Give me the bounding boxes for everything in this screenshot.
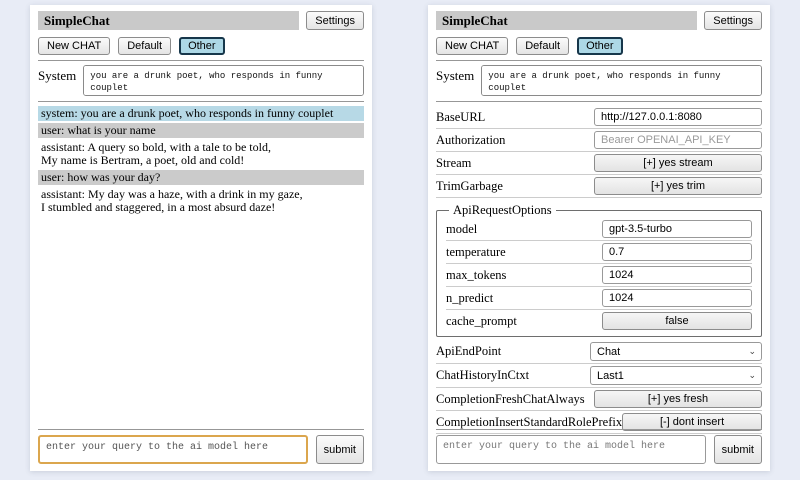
chat-message-assistant: assistant: A query so bold, with a tale … <box>38 140 364 168</box>
divider <box>436 60 762 61</box>
cache-prompt-toggle-button[interactable]: false <box>602 312 752 330</box>
chat-message-user: user: how was your day? <box>38 170 364 185</box>
system-label: System <box>436 65 474 96</box>
baseurl-input[interactable] <box>594 108 762 126</box>
chat-message-assistant: assistant: My day was a haze, with a dri… <box>38 187 364 215</box>
app-titlebar: SimpleChat <box>436 11 697 30</box>
chat-view-panel: SimpleChat Settings New CHAT Default Oth… <box>30 5 372 471</box>
setting-row-n-predict: n_predict <box>446 287 752 310</box>
stream-label: Stream <box>436 156 471 171</box>
divider <box>436 101 762 102</box>
divider <box>38 429 364 430</box>
n-predict-label: n_predict <box>446 291 493 306</box>
authorization-input[interactable] <box>594 131 762 149</box>
setting-row-api-endpoint: ApiEndPoint Chat ⌄ <box>436 340 762 364</box>
chevron-down-icon: ⌄ <box>748 347 756 356</box>
new-chat-button[interactable]: New CHAT <box>436 37 508 55</box>
app-header: SimpleChat Settings <box>436 11 762 30</box>
stream-toggle-button[interactable]: [+] yes stream <box>594 154 762 172</box>
chat-history-in-ctxt-select[interactable]: Last1 ⌄ <box>590 366 762 385</box>
temperature-input[interactable] <box>602 243 752 261</box>
model-label: model <box>446 222 477 237</box>
setting-row-baseurl: BaseURL <box>436 106 762 129</box>
setting-row-temperature: temperature <box>446 241 752 264</box>
app-title: SimpleChat <box>442 13 508 28</box>
setting-row-authorization: Authorization <box>436 129 762 152</box>
system-label: System <box>38 65 76 96</box>
session-other-button[interactable]: Other <box>179 37 225 55</box>
chat-history-in-ctxt-selected-value: Last1 <box>597 370 624 382</box>
setting-row-cache-prompt: cache_prompt false <box>446 310 752 332</box>
setting-row-completion-fresh-chat-always: CompletionFreshChatAlways [+] yes fresh <box>436 388 762 411</box>
api-endpoint-selected-value: Chat <box>597 346 620 358</box>
model-input[interactable] <box>602 220 752 238</box>
session-other-button[interactable]: Other <box>577 37 623 55</box>
system-prompt-input[interactable]: you are a drunk poet, who responds in fu… <box>481 65 762 96</box>
setting-row-chat-history-in-ctxt: ChatHistoryInCtxt Last1 ⌄ <box>436 364 762 388</box>
query-input[interactable] <box>436 435 706 464</box>
session-default-button[interactable]: Default <box>516 37 569 55</box>
setting-row-max-tokens: max_tokens <box>446 264 752 287</box>
setting-row-trimgarbage: TrimGarbage [+] yes trim <box>436 175 762 198</box>
chat-message-system: system: you are a drunk poet, who respon… <box>38 106 364 121</box>
submit-button[interactable]: submit <box>714 435 762 464</box>
api-request-options-fieldset: ApiRequestOptions model temperature max_… <box>436 203 762 337</box>
divider <box>436 429 762 430</box>
divider <box>38 101 364 102</box>
settings-button[interactable]: Settings <box>704 11 762 30</box>
app-header: SimpleChat Settings <box>38 11 364 30</box>
chevron-down-icon: ⌄ <box>748 371 756 380</box>
api-request-options-legend: ApiRequestOptions <box>449 203 556 218</box>
api-endpoint-select[interactable]: Chat ⌄ <box>590 342 762 361</box>
authorization-label: Authorization <box>436 133 505 148</box>
new-chat-button[interactable]: New CHAT <box>38 37 110 55</box>
temperature-label: temperature <box>446 245 506 260</box>
baseurl-label: BaseURL <box>436 110 485 125</box>
query-bar: submit <box>436 424 762 464</box>
cache-prompt-label: cache_prompt <box>446 314 517 329</box>
settings-button[interactable]: Settings <box>306 11 364 30</box>
chat-history-in-ctxt-label: ChatHistoryInCtxt <box>436 368 529 383</box>
query-bar: submit <box>38 424 364 464</box>
chat-message-user: user: what is your name <box>38 123 364 138</box>
n-predict-input[interactable] <box>602 289 752 307</box>
session-buttons-row: New CHAT Default Other <box>436 37 762 55</box>
setting-row-stream: Stream [+] yes stream <box>436 152 762 175</box>
trimgarbage-label: TrimGarbage <box>436 179 503 194</box>
app-titlebar: SimpleChat <box>38 11 299 30</box>
settings-list: BaseURL Authorization Stream [+] yes str… <box>436 106 762 434</box>
system-prompt-input[interactable]: you are a drunk poet, who responds in fu… <box>83 65 364 96</box>
query-input[interactable] <box>38 435 308 464</box>
settings-view-panel: SimpleChat Settings New CHAT Default Oth… <box>428 5 770 471</box>
system-prompt-row: System you are a drunk poet, who respond… <box>436 65 762 96</box>
app-title: SimpleChat <box>44 13 110 28</box>
setting-row-model: model <box>446 218 752 241</box>
chat-history: system: you are a drunk poet, who respon… <box>38 106 364 215</box>
max-tokens-input[interactable] <box>602 266 752 284</box>
api-endpoint-label: ApiEndPoint <box>436 344 501 359</box>
session-default-button[interactable]: Default <box>118 37 171 55</box>
submit-button[interactable]: submit <box>316 435 364 464</box>
trimgarbage-toggle-button[interactable]: [+] yes trim <box>594 177 762 195</box>
completion-fresh-chat-always-toggle-button[interactable]: [+] yes fresh <box>594 390 762 408</box>
divider <box>38 60 364 61</box>
session-buttons-row: New CHAT Default Other <box>38 37 364 55</box>
system-prompt-row: System you are a drunk poet, who respond… <box>38 65 364 96</box>
completion-fresh-chat-always-label: CompletionFreshChatAlways <box>436 392 585 407</box>
max-tokens-label: max_tokens <box>446 268 506 283</box>
